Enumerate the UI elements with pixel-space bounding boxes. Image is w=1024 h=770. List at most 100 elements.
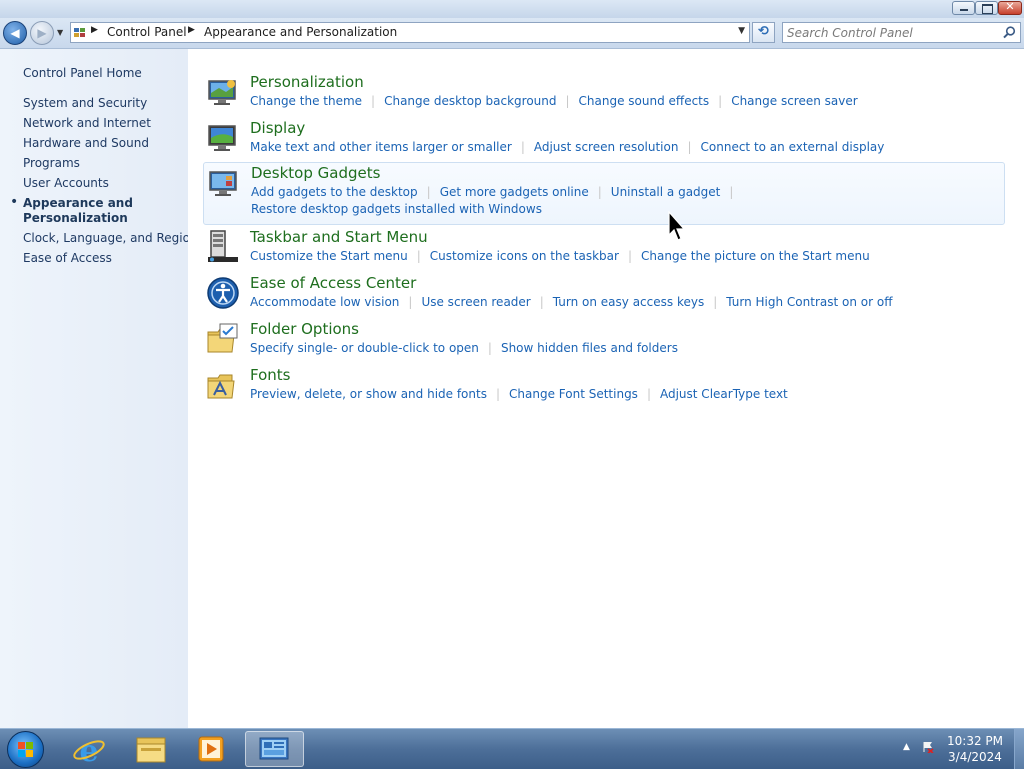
- category-links: Preview, delete, or show and hide fonts |…: [250, 386, 1010, 403]
- link-change-start-menu-picture[interactable]: Change the picture on the Start menu: [641, 249, 870, 263]
- breadcrumb-separator-icon[interactable]: ▶: [91, 25, 98, 35]
- sidebar-item-ease-of-access[interactable]: Ease of Access: [23, 251, 112, 265]
- link-customize-taskbar-icons[interactable]: Customize icons on the taskbar: [430, 249, 619, 263]
- category-links: Accommodate low vision | Use screen reader…: [250, 294, 1010, 311]
- link-change-font-settings[interactable]: Change Font Settings: [509, 387, 638, 401]
- address-bar[interactable]: ▶ Control Panel ▶ Appearance and Persona…: [70, 22, 750, 43]
- svg-text:e: e: [79, 734, 98, 767]
- search-input[interactable]: [787, 24, 997, 41]
- category-links: Specify single- or double-click to open |…: [250, 340, 1010, 357]
- link-connect-external-display[interactable]: Connect to an external display: [701, 140, 885, 154]
- personalization-icon[interactable]: [206, 75, 240, 109]
- windows-logo-icon: [18, 750, 25, 757]
- sidebar-item-network-and-internet[interactable]: Network and Internet: [23, 116, 151, 130]
- internet-explorer-icon: e: [73, 734, 105, 769]
- link-show-hidden-files[interactable]: Show hidden files and folders: [501, 341, 678, 355]
- breadcrumb-control-panel[interactable]: Control Panel: [107, 25, 187, 39]
- link-easy-access-keys[interactable]: Turn on easy access keys: [553, 295, 704, 309]
- category-desktop-gadgets: Desktop Gadgets Add gadgets to the deskt…: [203, 162, 1005, 225]
- minimize-button[interactable]: [952, 1, 975, 15]
- link-use-screen-reader[interactable]: Use screen reader: [421, 295, 530, 309]
- link-change-theme[interactable]: Change the theme: [250, 94, 362, 108]
- show-desktop-button[interactable]: [1014, 729, 1024, 769]
- show-hidden-icons-button[interactable]: ▲: [903, 742, 910, 752]
- ease-of-access-icon[interactable]: [206, 276, 240, 310]
- link-divider: |: [646, 387, 651, 401]
- category-links: Customize the Start menu | Customize icons…: [250, 248, 1010, 265]
- link-divider: |: [408, 295, 413, 309]
- category-title[interactable]: Folder Options: [250, 320, 359, 338]
- breadcrumb-appearance[interactable]: Appearance and Personalization: [204, 25, 397, 39]
- windows-logo-icon: [26, 750, 33, 757]
- link-divider: |: [729, 185, 734, 199]
- category-taskbar-start-menu: Taskbar and Start Menu Customize the Sta…: [203, 228, 1003, 268]
- recent-pages-dropdown[interactable]: ▼: [57, 28, 63, 37]
- fonts-icon[interactable]: [206, 368, 240, 402]
- sidebar-item-programs[interactable]: Programs: [23, 156, 80, 170]
- link-restore-gadgets[interactable]: Restore desktop gadgets installed with W…: [251, 202, 542, 216]
- system-clock[interactable]: 10:32 PM 3/4/2024: [940, 733, 1010, 765]
- folder-options-icon[interactable]: [206, 322, 240, 356]
- taskbar-windows-explorer[interactable]: [126, 731, 176, 767]
- category-fonts: Fonts Preview, delete, or show and hide …: [203, 366, 1003, 406]
- taskbar-media-player[interactable]: [186, 731, 236, 767]
- refresh-button[interactable]: ⟲: [752, 22, 775, 43]
- sidebar-current-line2: Personalization: [23, 211, 128, 225]
- sidebar-item-appearance-current: Appearance and Personalization: [23, 196, 133, 226]
- link-divider: |: [426, 185, 431, 199]
- link-preview-fonts[interactable]: Preview, delete, or show and hide fonts: [250, 387, 487, 401]
- link-high-contrast[interactable]: Turn High Contrast on or off: [726, 295, 892, 309]
- link-divider: |: [565, 94, 570, 108]
- link-get-more-gadgets[interactable]: Get more gadgets online: [440, 185, 589, 199]
- link-change-sound-effects[interactable]: Change sound effects: [579, 94, 710, 108]
- category-title[interactable]: Desktop Gadgets: [251, 164, 380, 182]
- link-change-desktop-background[interactable]: Change desktop background: [384, 94, 556, 108]
- action-center-flag-icon[interactable]: [922, 741, 934, 753]
- display-icon[interactable]: [206, 121, 240, 155]
- link-single-double-click[interactable]: Specify single- or double-click to open: [250, 341, 479, 355]
- sidebar-item-control-panel-home[interactable]: Control Panel Home: [23, 66, 142, 80]
- link-change-screen-saver[interactable]: Change screen saver: [731, 94, 858, 108]
- sidebar-item-user-accounts[interactable]: User Accounts: [23, 176, 109, 190]
- sidebar-item-system-and-security[interactable]: System and Security: [23, 96, 147, 110]
- link-adjust-screen-resolution[interactable]: Adjust screen resolution: [534, 140, 679, 154]
- maximize-icon: [982, 4, 993, 14]
- category-title[interactable]: Personalization: [250, 73, 364, 91]
- maximize-button[interactable]: [975, 1, 998, 15]
- close-button[interactable]: ✕: [998, 0, 1022, 15]
- start-button[interactable]: [7, 731, 44, 768]
- category-title[interactable]: Taskbar and Start Menu: [250, 228, 428, 246]
- sidebar-item-clock-language-region[interactable]: Clock, Language, and Region: [23, 231, 198, 245]
- link-customize-start-menu[interactable]: Customize the Start menu: [250, 249, 408, 263]
- link-divider: |: [520, 140, 525, 154]
- taskbar-internet-explorer[interactable]: e: [64, 731, 114, 769]
- breadcrumb-separator-icon[interactable]: ▶: [188, 25, 195, 35]
- address-dropdown-icon[interactable]: ▼: [738, 26, 745, 36]
- category-title[interactable]: Display: [250, 119, 305, 137]
- link-adjust-cleartype[interactable]: Adjust ClearType text: [660, 387, 788, 401]
- link-divider: |: [687, 140, 692, 154]
- chevron-down-icon: ▼: [57, 28, 64, 37]
- current-item-bullet: •: [10, 194, 19, 210]
- link-accommodate-low-vision[interactable]: Accommodate low vision: [250, 295, 399, 309]
- link-make-text-larger[interactable]: Make text and other items larger or smal…: [250, 140, 512, 154]
- category-title[interactable]: Ease of Access Center: [250, 274, 416, 292]
- control-panel-icon: [259, 737, 289, 760]
- search-box[interactable]: [782, 22, 1021, 43]
- search-icon[interactable]: [1003, 26, 1016, 39]
- back-button[interactable]: ◀: [3, 21, 27, 45]
- gadgets-icon[interactable]: [207, 166, 241, 200]
- mouse-cursor-icon: [668, 211, 686, 241]
- category-display: Display Make text and other items larger…: [203, 119, 1003, 159]
- sidebar-current-line1: Appearance and: [23, 196, 133, 210]
- link-uninstall-gadget[interactable]: Uninstall a gadget: [611, 185, 721, 199]
- sidebar-item-hardware-and-sound[interactable]: Hardware and Sound: [23, 136, 149, 150]
- forward-button[interactable]: ▶: [30, 21, 54, 45]
- windows-logo-icon: [18, 742, 25, 749]
- taskbar-icon[interactable]: [206, 230, 240, 264]
- link-add-gadgets[interactable]: Add gadgets to the desktop: [251, 185, 418, 199]
- taskbar-control-panel[interactable]: [245, 731, 304, 767]
- folder-icon: [136, 737, 166, 763]
- category-links: Change the theme | Change desktop backgrou…: [250, 93, 1010, 110]
- category-title[interactable]: Fonts: [250, 366, 290, 384]
